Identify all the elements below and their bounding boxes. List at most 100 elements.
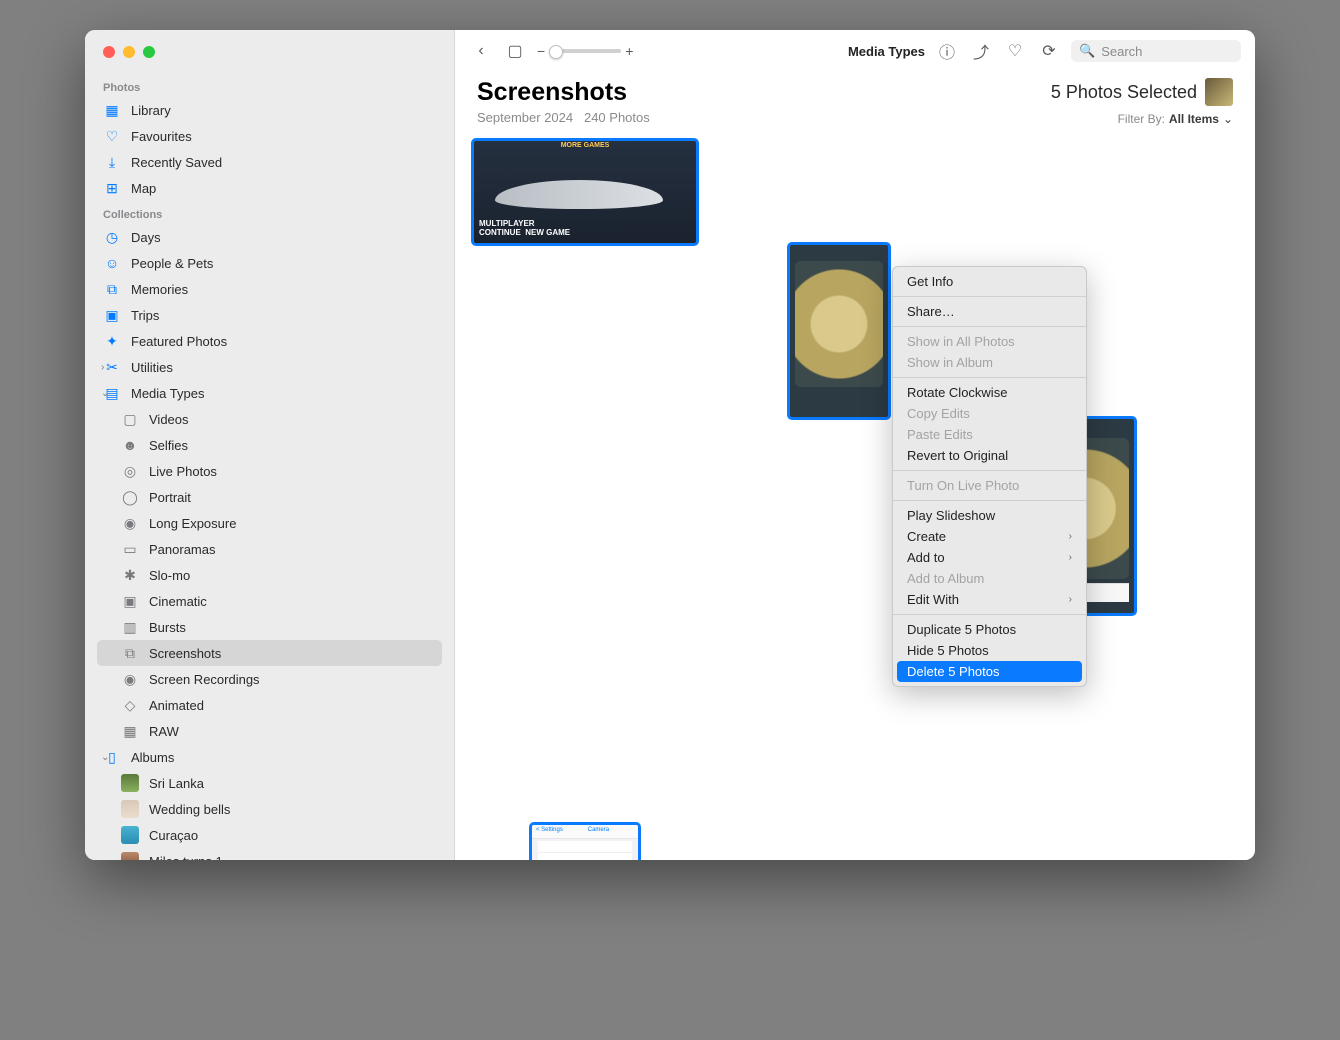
menu-separator <box>893 296 1086 297</box>
sidebar-item-media-types[interactable]: ⌄ ▤ Media Types <box>97 380 442 406</box>
zoom-in-icon[interactable]: + <box>625 43 633 59</box>
filter-control[interactable]: Filter By: All Items ⌄ <box>1051 112 1233 126</box>
zoom-out-icon[interactable]: − <box>537 43 545 59</box>
context-menu: Get Info Share… Show in All Photos Show … <box>892 266 1087 687</box>
search-field[interactable]: 🔍 Search <box>1071 40 1241 62</box>
sidebar-item-long-exposure[interactable]: ◉Long Exposure <box>97 510 442 536</box>
sidebar-item-people[interactable]: ☺People & Pets <box>97 250 442 276</box>
rotate-button[interactable]: ⟳ <box>1037 39 1061 63</box>
menu-rotate[interactable]: Rotate Clockwise <box>893 382 1086 403</box>
search-icon: 🔍 <box>1079 43 1095 59</box>
photo-thumb[interactable]: < SettingsCamera Photographic Styles <box>531 824 639 860</box>
sidebar-item-utilities[interactable]: › ✂ Utilities <box>97 354 442 380</box>
sidebar-item-animated[interactable]: ◇Animated <box>97 692 442 718</box>
toolbar-title: Media Types <box>848 44 925 59</box>
screenshots-icon: ⧉ <box>121 644 139 662</box>
bursts-icon: ▥ <box>121 618 139 636</box>
fullscreen-window-button[interactable] <box>143 46 155 58</box>
aspect-button[interactable]: ▢ <box>503 39 527 63</box>
zoom-slider[interactable]: − + <box>537 43 633 59</box>
sidebar-album-curacao[interactable]: Curaçao <box>97 822 442 848</box>
menu-create[interactable]: Create› <box>893 526 1086 547</box>
album-thumb <box>121 852 139 860</box>
menu-separator <box>893 377 1086 378</box>
sidebar-item-slomo[interactable]: ✱Slo-mo <box>97 562 442 588</box>
chevron-down-icon[interactable]: ⌄ <box>101 388 113 399</box>
sidebar-item-portrait[interactable]: ◯Portrait <box>97 484 442 510</box>
sidebar-item-days[interactable]: ◷Days <box>97 224 442 250</box>
menu-add-to[interactable]: Add to› <box>893 547 1086 568</box>
photo-thumb[interactable]: MORE GAMES MULTIPLAYER CONTINUE NEW GAME <box>473 140 697 244</box>
portrait-icon: ◯ <box>121 488 139 506</box>
sidebar-section-collections: Collections <box>103 209 436 221</box>
chevron-right-icon: › <box>1069 552 1072 563</box>
selection-stack-thumb[interactable] <box>1205 78 1233 106</box>
sidebar-album-sri-lanka[interactable]: Sri Lanka <box>97 770 442 796</box>
sidebar-item-favourites[interactable]: ♡ Favourites <box>97 123 442 149</box>
menu-get-info[interactable]: Get Info <box>893 271 1086 292</box>
sidebar-item-panoramas[interactable]: ▭Panoramas <box>97 536 442 562</box>
sidebar-item-recently-saved[interactable]: ⤓ Recently Saved <box>97 149 442 175</box>
chevron-down-icon[interactable]: ⌄ <box>101 752 113 763</box>
zoom-track[interactable] <box>549 49 621 53</box>
menu-revert[interactable]: Revert to Original <box>893 445 1086 466</box>
sidebar-item-raw[interactable]: ▦RAW <box>97 718 442 744</box>
sidebar-item-live-photos[interactable]: ◎Live Photos <box>97 458 442 484</box>
menu-hide[interactable]: Hide 5 Photos <box>893 640 1086 661</box>
menu-slideshow[interactable]: Play Slideshow <box>893 505 1086 526</box>
panorama-icon: ▭ <box>121 540 139 558</box>
menu-share[interactable]: Share… <box>893 301 1086 322</box>
menu-edit-with[interactable]: Edit With› <box>893 589 1086 610</box>
sidebar-item-screen-recordings[interactable]: ◉Screen Recordings <box>97 666 442 692</box>
raw-icon: ▦ <box>121 722 139 740</box>
sidebar-item-memories[interactable]: ⧉Memories <box>97 276 442 302</box>
toolbar: ‹ ▢ − + Media Types ⓘ ⤴ ♡ ⟳ 🔍 Search <box>455 30 1255 72</box>
sidebar-item-library[interactable]: ▦ Library <box>97 97 442 123</box>
favourite-button[interactable]: ♡ <box>1003 39 1027 63</box>
window-controls <box>97 44 442 74</box>
sidebar-item-cinematic[interactable]: ▣Cinematic <box>97 588 442 614</box>
sidebar-item-screenshots[interactable]: ⧉Screenshots <box>97 640 442 666</box>
sidebar-item-trips[interactable]: ▣Trips <box>97 302 442 328</box>
sidebar-item-bursts[interactable]: ▥Bursts <box>97 614 442 640</box>
selection-label: 5 Photos Selected <box>1051 78 1233 106</box>
sidebar-album-miles[interactable]: Miles turns 1 <box>97 848 442 860</box>
month-label: September 2024 <box>477 110 573 125</box>
chevron-right-icon[interactable]: › <box>101 362 113 373</box>
video-icon: ▢ <box>121 410 139 428</box>
close-window-button[interactable] <box>103 46 115 58</box>
sidebar-item-featured[interactable]: ✦Featured Photos <box>97 328 442 354</box>
sidebar-item-map[interactable]: ⊞ Map <box>97 175 442 201</box>
menu-delete[interactable]: Delete 5 Photos <box>897 661 1082 682</box>
star-icon: ✦ <box>103 332 121 350</box>
library-icon: ▦ <box>103 101 121 119</box>
header: Screenshots September 2024 240 Photos 5 … <box>455 72 1255 134</box>
album-thumb <box>121 826 139 844</box>
search-placeholder: Search <box>1101 44 1142 59</box>
menu-show-in-album: Show in Album <box>893 352 1086 373</box>
download-icon: ⤓ <box>103 153 121 171</box>
photo-grid[interactable]: MORE GAMES MULTIPLAYER CONTINUE NEW GAME… <box>455 134 1255 860</box>
live-photo-icon: ◎ <box>121 462 139 480</box>
menu-copy-edits: Copy Edits <box>893 403 1086 424</box>
sidebar-item-albums[interactable]: ⌄ ▯ Albums <box>97 744 442 770</box>
clock-icon: ◷ <box>103 228 121 246</box>
chevron-right-icon: › <box>1069 531 1072 542</box>
sidebar: Photos ▦ Library ♡ Favourites ⤓ Recently… <box>85 30 455 860</box>
chevron-right-icon: › <box>1069 594 1072 605</box>
photo-thumb[interactable] <box>789 244 889 418</box>
back-button[interactable]: ‹ <box>469 39 493 63</box>
slo-mo-icon: ✱ <box>121 566 139 584</box>
info-button[interactable]: ⓘ <box>935 39 959 63</box>
menu-duplicate[interactable]: Duplicate 5 Photos <box>893 619 1086 640</box>
screen-recording-icon: ◉ <box>121 670 139 688</box>
album-thumb <box>121 800 139 818</box>
share-button[interactable]: ⤴ <box>969 39 993 63</box>
sidebar-item-selfies[interactable]: ☻Selfies <box>97 432 442 458</box>
menu-separator <box>893 500 1086 501</box>
minimize-window-button[interactable] <box>123 46 135 58</box>
animated-icon: ◇ <box>121 696 139 714</box>
sidebar-item-videos[interactable]: ▢Videos <box>97 406 442 432</box>
sidebar-album-wedding[interactable]: Wedding bells <box>97 796 442 822</box>
page-title: Screenshots <box>477 78 650 107</box>
